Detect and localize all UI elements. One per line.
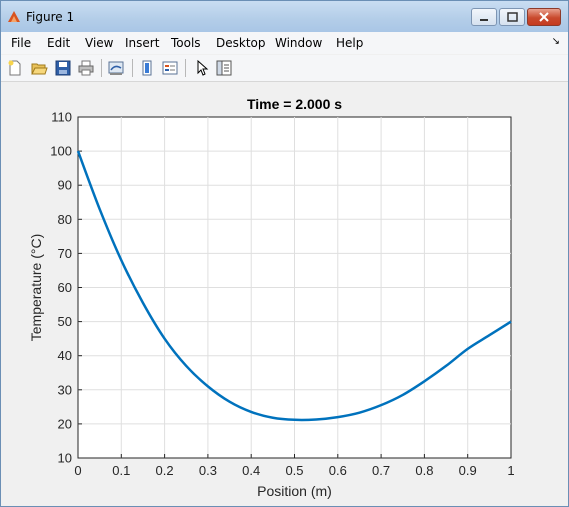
chart-title: Time = 2.000 s	[247, 96, 342, 112]
toolbar-separator	[101, 59, 102, 77]
x-tick-label: 0.9	[459, 463, 477, 478]
x-tick-label: 0.4	[242, 463, 260, 478]
menu-tools[interactable]: Tools	[171, 36, 201, 50]
x-tick-label: 0	[74, 463, 81, 478]
menu-desktop[interactable]: Desktop	[216, 36, 266, 50]
link-plot-icon[interactable]	[107, 59, 125, 77]
maximize-icon	[507, 12, 518, 22]
menu-overflow-arrow-icon[interactable]: ↘	[552, 36, 560, 47]
y-tick-label: 10	[58, 451, 72, 466]
menu-file[interactable]: File	[11, 36, 31, 50]
maximize-button[interactable]	[499, 8, 525, 26]
toolbar-separator	[185, 59, 186, 77]
x-tick-label: 0.3	[199, 463, 217, 478]
menu-edit[interactable]: Edit	[47, 36, 70, 50]
new-figure-icon[interactable]	[6, 59, 24, 77]
figure-canvas: 0 0.1 0.2 0.3 0.4 0.5 0.6 0.7 0.8 0.9 1 10 20 30 40 50 6…	[1, 82, 568, 506]
menu-view[interactable]: View	[85, 36, 113, 50]
x-tick-label: 0.8	[415, 463, 433, 478]
print-icon[interactable]	[77, 59, 95, 77]
window-title: Figure 1	[26, 10, 75, 24]
menu-help[interactable]: Help	[336, 36, 363, 50]
x-tick-label: 0.2	[156, 463, 174, 478]
x-tick-label: 0.1	[112, 463, 130, 478]
save-icon[interactable]	[54, 59, 72, 77]
y-tick-label: 30	[58, 382, 72, 397]
y-tick-label: 110	[51, 110, 72, 125]
x-tick-label: 0.5	[285, 463, 303, 478]
x-tick-label: 0.6	[329, 463, 347, 478]
y-tick-label: 90	[58, 178, 72, 193]
close-button[interactable]	[527, 8, 561, 26]
y-tick-label: 70	[58, 246, 72, 261]
y-tick-label: 60	[58, 280, 72, 295]
pointer-icon[interactable]	[193, 59, 211, 77]
menu-window[interactable]: Window	[275, 36, 322, 50]
y-tick-label: 50	[58, 314, 72, 329]
toolbar	[1, 55, 568, 82]
menu-insert[interactable]: Insert	[125, 36, 159, 50]
property-inspector-icon[interactable]	[215, 59, 233, 77]
x-axis-label: Position (m)	[257, 483, 332, 499]
y-tick-label: 100	[50, 144, 72, 159]
minimize-icon	[480, 19, 488, 21]
figure-window: Figure 1 File Edit View Insert Tools Des…	[0, 0, 569, 507]
matlab-logo-icon	[8, 11, 20, 22]
y-tick-label: 40	[58, 348, 72, 363]
x-tick-label: 0.7	[372, 463, 390, 478]
menu-bar: File Edit View Insert Tools Desktop Wind…	[1, 32, 568, 54]
y-axis-label: Temperature (°C)	[28, 234, 44, 342]
open-file-icon[interactable]	[30, 59, 48, 77]
close-icon	[539, 12, 549, 22]
legend-icon[interactable]	[161, 59, 179, 77]
minimize-button[interactable]	[471, 8, 497, 26]
toolbar-separator	[132, 59, 133, 77]
x-tick-label: 1	[507, 463, 514, 478]
title-bar[interactable]: Figure 1	[1, 1, 568, 32]
colorbar-icon[interactable]	[138, 59, 156, 77]
y-tick-label: 80	[58, 212, 72, 227]
y-tick-label: 20	[58, 416, 72, 431]
plot-chart[interactable]: 0 0.1 0.2 0.3 0.4 0.5 0.6 0.7 0.8 0.9 110203040506…	[1, 82, 568, 506]
